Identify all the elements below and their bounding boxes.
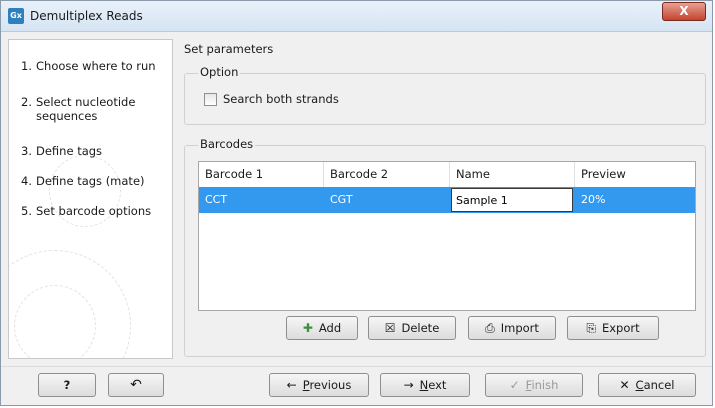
barcodes-table[interactable]: Barcode 1 Barcode 2 Name Preview CCT CGT… (198, 161, 696, 311)
search-both-strands-label[interactable]: Search both strands (223, 92, 339, 106)
step-label: Set barcode options (36, 204, 152, 218)
next-key: N (419, 378, 429, 392)
next-label: ext (428, 378, 447, 392)
column-header-name[interactable]: Name (450, 162, 575, 187)
cell-barcode-1[interactable]: CCT (199, 187, 324, 213)
x-icon: ✕ (619, 378, 630, 392)
delete-button-label: Delete (401, 321, 440, 335)
step-number: 3. (21, 144, 32, 158)
app-icon: Gx (8, 8, 24, 24)
option-group-title: Option (198, 65, 241, 79)
add-button[interactable]: ✚ Add (286, 316, 358, 340)
step-label: Choose where to run (36, 59, 156, 73)
column-header-barcode-2[interactable]: Barcode 2 (324, 162, 450, 187)
step-label: Define tags (mate) (36, 174, 145, 188)
cell-preview[interactable]: 20% (575, 187, 695, 213)
help-icon: ? (63, 378, 71, 392)
arrow-right-icon: → (403, 378, 414, 392)
step-number: 5. (21, 204, 32, 218)
export-button[interactable]: ⎘ Export (567, 316, 659, 340)
table-row[interactable]: CCT CGT 20% (199, 187, 695, 213)
export-button-label: Export (601, 321, 640, 335)
plus-icon: ✚ (302, 321, 313, 335)
export-icon: ⎘ (586, 321, 596, 335)
cell-name-editor[interactable] (451, 188, 573, 212)
column-header-barcode-1[interactable]: Barcode 1 (199, 162, 324, 187)
finish-button[interactable]: ✓ Finish (485, 373, 583, 397)
checkmark-icon: ✓ (509, 378, 520, 392)
dialog-window: Gx Demultiplex Reads X 1. Choose where t… (0, 0, 713, 406)
barcodes-group-title: Barcodes (198, 137, 256, 151)
import-button[interactable]: ⎙ Import (468, 316, 556, 340)
delete-icon: ☒ (384, 321, 396, 335)
next-button[interactable]: → Next (380, 373, 470, 397)
reset-icon: ↶ (130, 377, 142, 393)
step-number: 4. (21, 174, 32, 188)
cancel-label: ancel (643, 378, 675, 392)
add-button-label: Add (318, 321, 342, 335)
help-button[interactable]: ? (38, 373, 96, 397)
column-header-preview[interactable]: Preview (575, 162, 695, 187)
watermark-logo-ring (14, 285, 96, 358)
step-label: Select nucleotide sequences (36, 95, 136, 123)
import-icon: ⎙ (485, 321, 495, 335)
step-number: 1. (21, 59, 32, 73)
window-title: Demultiplex Reads (30, 9, 143, 23)
steps-panel: 1. Choose where to run 2. Select nucleot… (8, 39, 173, 359)
step-label: Define tags (36, 144, 103, 158)
cancel-button[interactable]: ✕ Cancel (598, 373, 696, 397)
cancel-key: C (635, 378, 644, 392)
previous-label: revious (309, 378, 352, 392)
title-bar: Gx Demultiplex Reads X (1, 1, 712, 32)
delete-button[interactable]: ☒ Delete (368, 316, 456, 340)
import-button-label: Import (500, 321, 539, 335)
reset-button[interactable]: ↶ (108, 373, 164, 397)
cell-barcode-2[interactable]: CGT (324, 187, 450, 213)
section-title: Set parameters (184, 42, 274, 56)
arrow-left-icon: ← (286, 378, 297, 392)
table-header: Barcode 1 Barcode 2 Name Preview (199, 162, 695, 188)
search-both-strands-checkbox[interactable] (204, 93, 217, 106)
step-number: 2. (21, 95, 32, 109)
finish-label: inish (531, 378, 559, 392)
previous-button[interactable]: ← Previous (269, 373, 369, 397)
footer-separator (1, 366, 712, 367)
close-button[interactable]: X (662, 2, 706, 21)
